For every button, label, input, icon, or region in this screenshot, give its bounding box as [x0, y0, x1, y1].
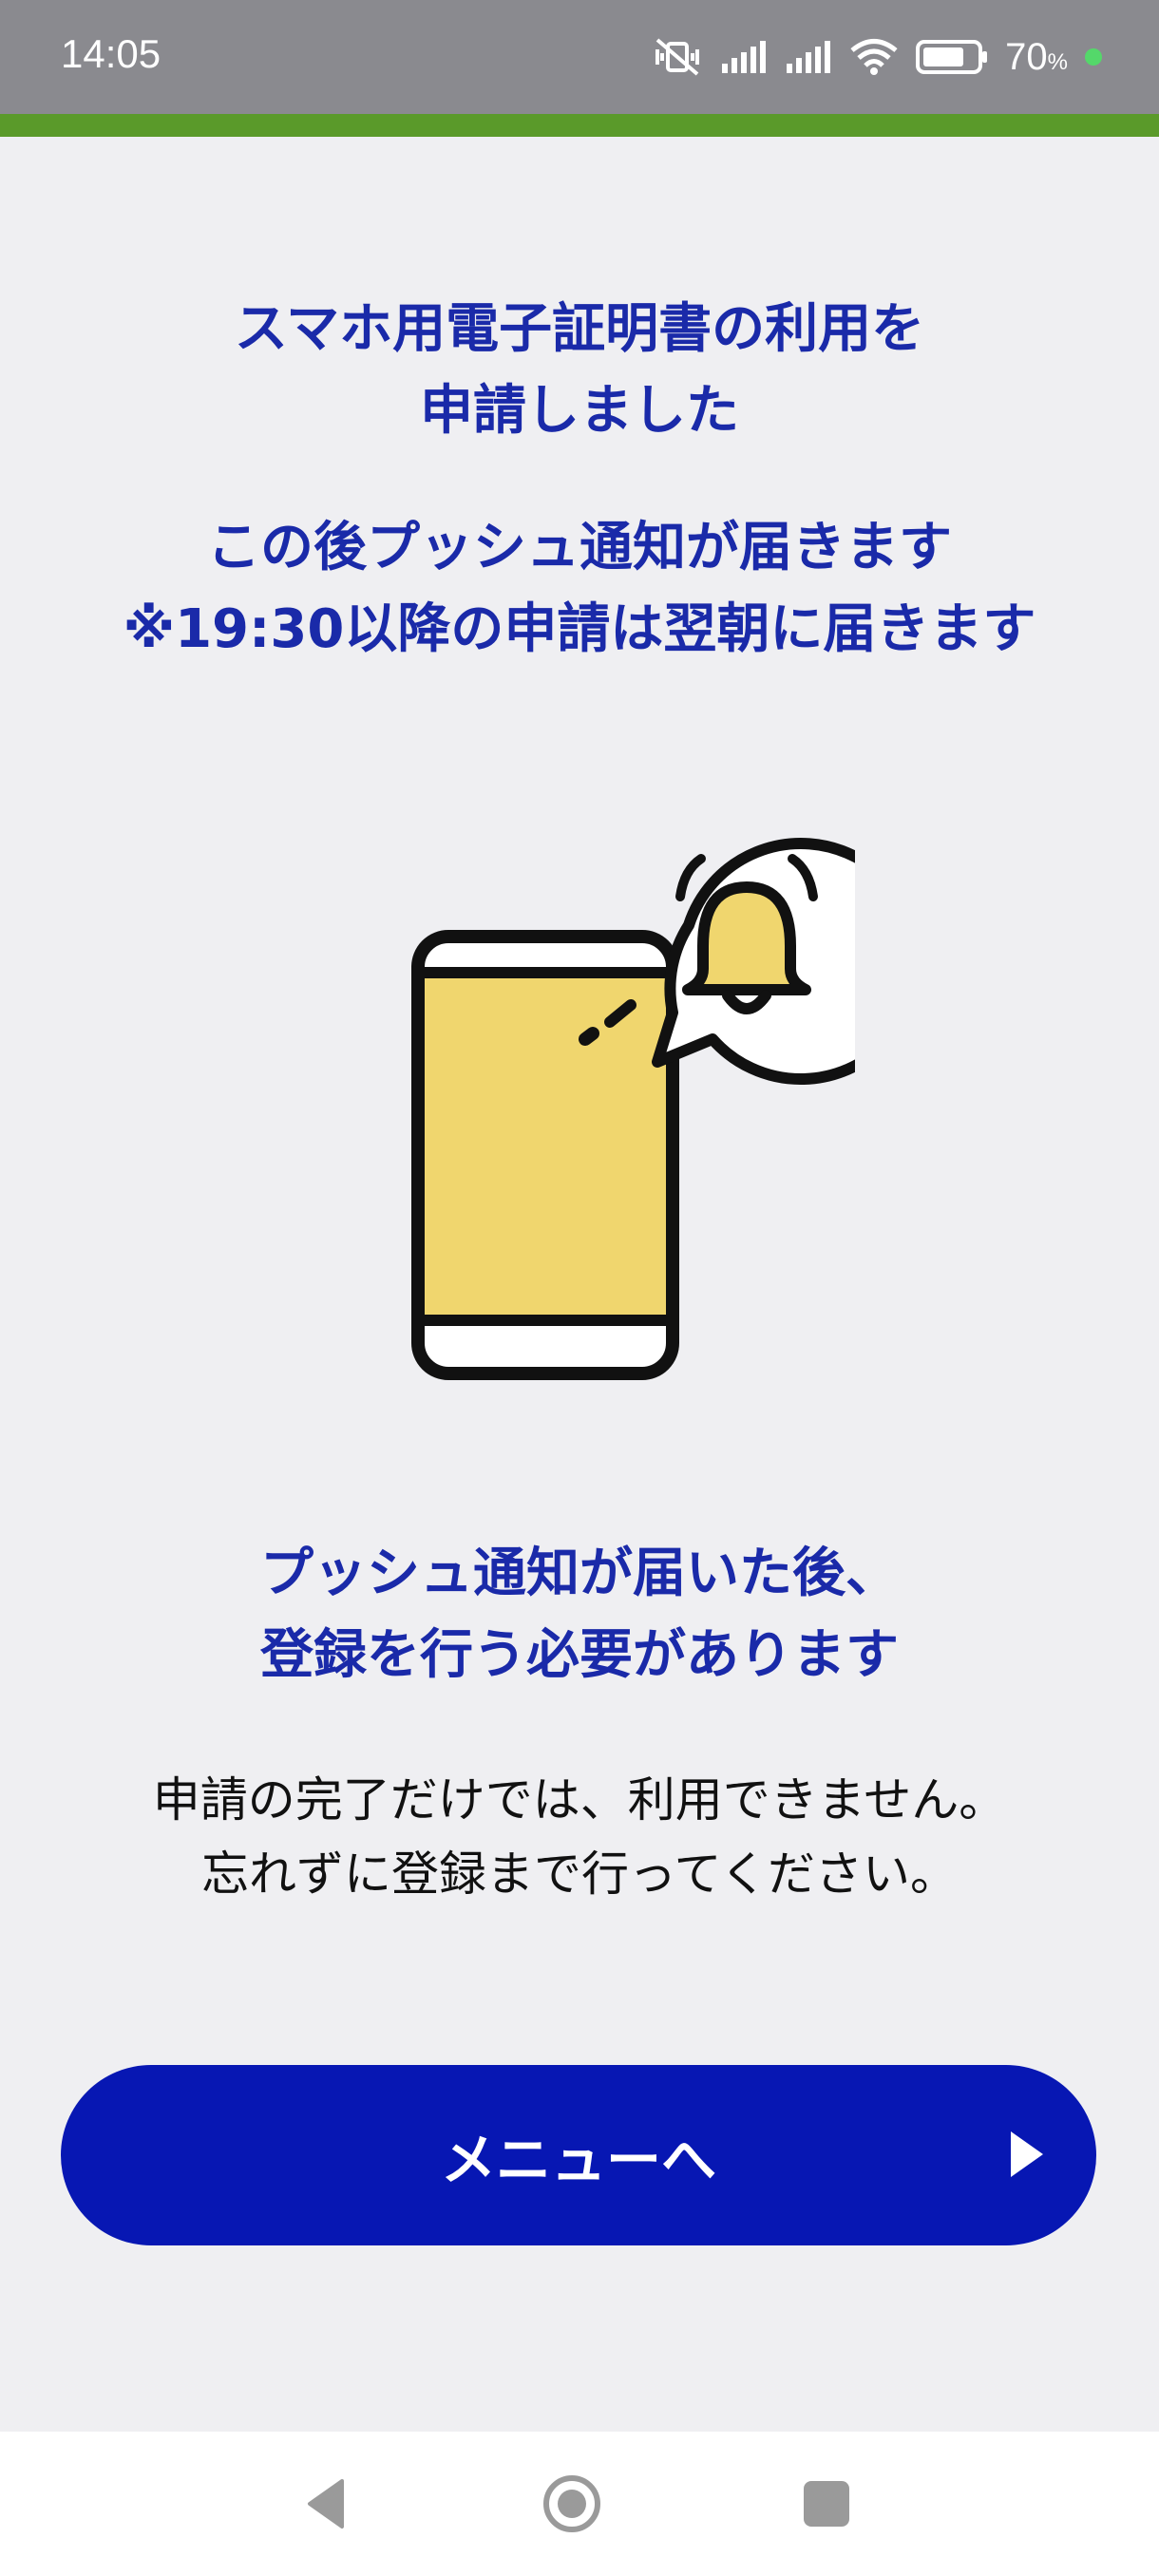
subheading-line1: プッシュ通知が届いた後、	[260, 1543, 899, 1604]
signal-icon	[722, 41, 767, 73]
notice-line2: ※19:30以降の申請は翌朝に届きます	[123, 598, 1036, 660]
main-content: スマホ用電子証明書の利用を 申請しました この後プッシュ通知が届きます ※19:…	[0, 137, 1159, 2432]
menu-button-label: メニューへ	[440, 2128, 716, 2192]
page-title-line1: スマホ用電子証明書の利用を	[234, 298, 925, 360]
body-text-line1: 申請の完了だけでは、利用できません。	[152, 1772, 1007, 1828]
status-icons: 70%	[652, 28, 1102, 85]
signal-icon	[787, 41, 831, 73]
back-icon[interactable]	[300, 2477, 353, 2530]
mute-vibrate-icon	[656, 38, 700, 76]
accent-bar	[0, 114, 1159, 137]
navigation-bar	[0, 2432, 1159, 2576]
notice-line1: この後プッシュ通知が届きます	[207, 517, 952, 578]
menu-button[interactable]: メニューへ	[61, 2065, 1096, 2245]
green-dot-indicator	[1085, 48, 1102, 66]
subheading-line2: 登録を行う必要があります	[260, 1624, 899, 1686]
phone-with-notification-bell-icon	[411, 838, 855, 1380]
wifi-icon	[850, 39, 898, 75]
page-title-line2: 申請しました	[420, 380, 739, 442]
battery-icon	[916, 40, 988, 74]
status-bar: 14:05 70%	[0, 0, 1159, 114]
home-icon[interactable]	[542, 2473, 602, 2534]
play-arrow-icon	[1011, 2131, 1043, 2177]
body-text-line2: 忘れずに登録まで行ってください。	[201, 1847, 958, 1902]
recent-apps-icon[interactable]	[804, 2481, 849, 2527]
battery-percent: 70%	[1005, 35, 1068, 78]
status-time: 14:05	[61, 31, 162, 76]
